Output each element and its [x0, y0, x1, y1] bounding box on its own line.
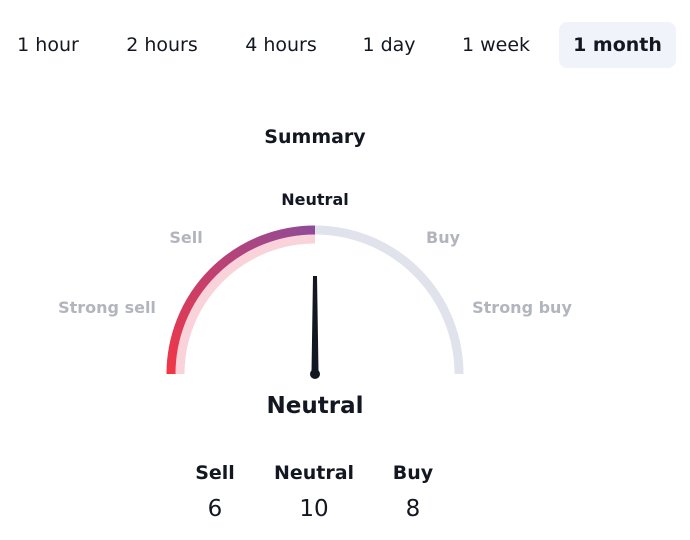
- gauge-label-buy: Buy: [425, 228, 461, 247]
- summary-result: Neutral: [266, 393, 364, 419]
- neutral-count-label: Neutral: [273, 462, 355, 484]
- gauge-label-strong-sell: Strong sell: [58, 298, 156, 317]
- gauge-label-neutral: Neutral: [281, 190, 349, 209]
- gauge-fill: [166, 225, 316, 375]
- buy-count-value: 8: [405, 496, 421, 522]
- neutral-count-value: 10: [299, 496, 329, 522]
- gauge-label-strong-buy: Strong buy: [472, 298, 572, 317]
- gauge: [166, 225, 464, 379]
- gauge-needle: [311, 276, 319, 372]
- gauge-label-sell: Sell: [169, 228, 203, 247]
- sell-count-value: 6: [207, 496, 223, 522]
- gauge-fill-inner: [175, 234, 316, 375]
- buy-count-label: Buy: [392, 462, 434, 484]
- gauge-needle-pivot: [310, 369, 320, 379]
- sell-count-label: Sell: [195, 462, 235, 484]
